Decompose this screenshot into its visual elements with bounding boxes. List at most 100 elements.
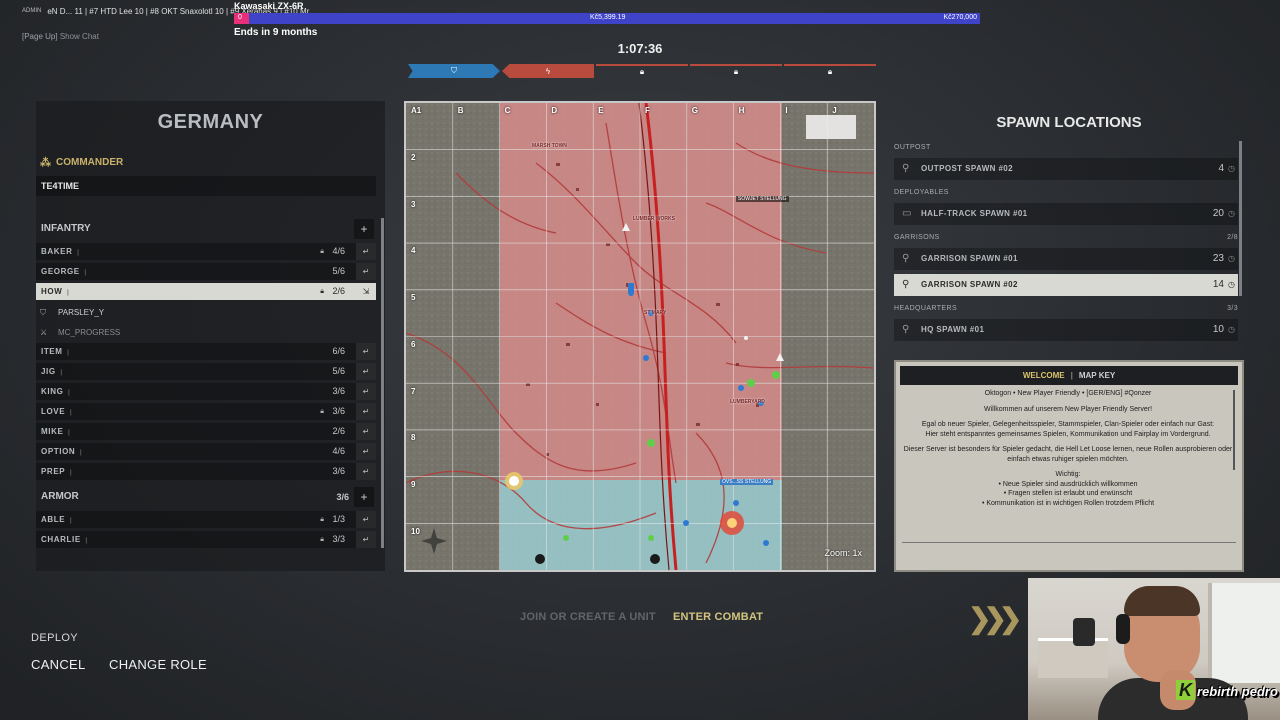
streamer-logo: Krebirth pedro xyxy=(1176,680,1278,700)
squad-label: BAKER ❘ xyxy=(41,243,81,262)
webcam-appliance xyxy=(1073,618,1095,646)
spawn-category-label: OUTPOST xyxy=(894,144,931,151)
squad-type-icon: ❘ xyxy=(58,370,65,376)
lock-icon: 🔒︎ xyxy=(827,67,833,76)
clock-icon: ◷ xyxy=(1228,254,1235,263)
join-squad-button[interactable]: ⇲ xyxy=(356,283,376,300)
logo-text: rebirth pedro xyxy=(1197,684,1278,699)
squad-row[interactable]: JIG ❘ 5/6 ↵ xyxy=(36,363,376,380)
grid-column-label: D xyxy=(551,106,558,115)
strongpoint-allied: ⛉ xyxy=(408,64,500,78)
welcome-divider xyxy=(902,542,1236,543)
squad-row[interactable]: GEORGE ❘ 5/6 ↵ xyxy=(36,263,376,280)
squad-member: ⚔ MC_PROGRESS xyxy=(36,324,376,342)
welcome-line: Hier steht entspanntes gemeinsames Spiel… xyxy=(925,430,1211,438)
lock-icon: 🔒︎ xyxy=(320,536,324,543)
spawn-category-label: HEADQUARTERS xyxy=(894,305,958,312)
squad-label: ABLE ❘ xyxy=(41,511,74,530)
strongpoint-locked-1: 🔒︎ xyxy=(596,64,688,78)
squad-label: HOW ❘ xyxy=(41,283,71,302)
grid-column-label: I xyxy=(785,106,788,115)
armor-squad-row[interactable]: ABLE ❘ 🔒︎ 1/3 ↵ xyxy=(36,511,376,528)
map-label-marsh-town: MARSH TOWN xyxy=(532,143,567,149)
squad-row[interactable]: KING ❘ 3/6 ↵ xyxy=(36,383,376,400)
join-squad-button[interactable]: ↵ xyxy=(356,511,376,528)
admin-tag: ADMIN xyxy=(22,8,42,14)
spawn-point[interactable]: ⚲ OUTPOST SPAWN #02 4 ◷ xyxy=(894,158,1238,180)
spawn-timer: 4 xyxy=(1218,163,1224,174)
create-armor-unit-button[interactable]: + xyxy=(354,487,374,507)
unit-list-scrollbar[interactable] xyxy=(381,218,384,548)
squad-row[interactable]: LOVE ❘ 🔒︎ 3/6 ↵ xyxy=(36,403,376,420)
map-canvas[interactable] xyxy=(406,103,874,570)
garrison-icon: ⚲ xyxy=(902,279,910,290)
spawn-timer: 10 xyxy=(1212,324,1224,335)
squad-count: 3/3 xyxy=(332,534,345,544)
join-squad-button[interactable]: ↵ xyxy=(356,243,376,260)
spawn-point[interactable]: ▭ HALF-TRACK SPAWN #01 20 ◷ xyxy=(894,203,1238,225)
join-squad-button[interactable]: ↵ xyxy=(356,263,376,280)
show-chat-hint[interactable]: [Page Up] Show Chat xyxy=(22,32,99,41)
squad-label: MIKE ❘ xyxy=(41,423,72,442)
welcome-line: Egal ob neuer Spieler, Gelegenheitsspiel… xyxy=(921,421,1215,428)
spawn-category-label: GARRISONS xyxy=(894,234,940,241)
squad-row[interactable]: MIKE ❘ 2/6 ↵ xyxy=(36,423,376,440)
grid-row-label: 2 xyxy=(411,153,416,162)
spawn-category-count: 3/3 xyxy=(1227,305,1238,312)
grid-row-label: 10 xyxy=(411,526,420,536)
spawn-point[interactable]: ⚲ GARRISON SPAWN #01 23 ◷ xyxy=(894,248,1238,270)
deploy-button[interactable]: DEPLOY xyxy=(31,632,78,644)
infantry-header: INFANTRY xyxy=(36,219,353,239)
tab-welcome[interactable]: WELCOME xyxy=(1023,371,1065,380)
hq-icon: ⚲ xyxy=(902,324,910,335)
squad-type-icon: ❘ xyxy=(82,270,89,276)
spawn-category: HEADQUARTERS 3/3 xyxy=(894,305,1238,312)
squad-name: ABLE xyxy=(41,515,66,524)
tab-map-key[interactable]: MAP KEY xyxy=(1079,371,1115,380)
join-squad-button[interactable]: ↵ xyxy=(356,363,376,380)
join-squad-button[interactable]: ↵ xyxy=(356,531,376,548)
join-squad-button[interactable]: ↵ xyxy=(356,443,376,460)
headset-icon xyxy=(1116,614,1130,644)
grid-column-label: H xyxy=(738,106,745,115)
cancel-button[interactable]: CANCEL xyxy=(31,657,86,672)
join-create-unit-button[interactable]: JOIN OR CREATE A UNIT xyxy=(520,611,656,623)
join-squad-button[interactable]: ↵ xyxy=(356,383,376,400)
join-squad-button[interactable]: ↵ xyxy=(356,423,376,440)
strongpoint-locked-3: 🔒︎ xyxy=(784,64,876,78)
join-squad-button[interactable]: ↵ xyxy=(356,343,376,360)
squad-label: PREP ❘ xyxy=(41,463,74,482)
squad-type-icon: ❘ xyxy=(66,390,73,396)
spawn-list-scrollbar[interactable] xyxy=(1239,141,1242,296)
change-role-button[interactable]: CHANGE ROLE xyxy=(109,657,207,672)
squad-row[interactable]: PREP ❘ 3/6 ↵ xyxy=(36,463,376,480)
spawn-name: OUTPOST SPAWN #02 xyxy=(921,164,1014,173)
squad-row[interactable]: OPTION ❘ 4/6 ↵ xyxy=(36,443,376,460)
armor-squad-row[interactable]: CHARLIE ❘ 🔒︎ 3/3 ↵ xyxy=(36,531,376,548)
us-shield-icon: ⛉ xyxy=(451,66,457,75)
squad-row[interactable]: BAKER ❘ 🔒︎ 4/6 ↵ xyxy=(36,243,376,260)
squad-label: OPTION ❘ xyxy=(41,443,84,462)
spawn-point[interactable]: ⚲ GARRISON SPAWN #02 14 ◷ xyxy=(894,274,1238,296)
squad-name: BAKER xyxy=(41,247,73,256)
squad-name: PREP xyxy=(41,467,66,476)
squad-name: JIG xyxy=(41,367,56,376)
tactical-map[interactable]: A1 B C D E F G H I J 2 3 4 5 6 7 8 9 10 MARSH TOWN LUMBER… xyxy=(404,101,876,572)
show-chat-label: Show Chat xyxy=(59,32,99,41)
lock-icon: 🔒︎ xyxy=(733,67,739,76)
squad-type-icon: ❘ xyxy=(68,470,74,476)
welcome-line: • Neue Spieler sind ausdrücklich willkom… xyxy=(998,480,1138,488)
enter-combat-button[interactable]: ENTER COMBAT xyxy=(673,611,763,623)
commander-label: COMMANDER xyxy=(56,157,124,168)
welcome-line: • Kommunikation ist in wichtigen Rollen … xyxy=(981,499,1155,507)
welcome-scrollbar[interactable] xyxy=(1233,390,1235,470)
join-squad-button[interactable]: ↵ xyxy=(356,463,376,480)
squad-count: 6/6 xyxy=(332,346,345,356)
squad-row[interactable]: HOW ❘ 🔒︎ 2/6 ⇲ xyxy=(36,283,376,300)
commander-name[interactable]: TE4TIME xyxy=(36,176,376,196)
spawn-point[interactable]: ⚲ HQ SPAWN #01 10 ◷ xyxy=(894,319,1238,341)
create-infantry-unit-button[interactable]: + xyxy=(354,219,374,239)
squad-row[interactable]: ITEM ❘ 6/6 ↵ xyxy=(36,343,376,360)
join-squad-button[interactable]: ↵ xyxy=(356,403,376,420)
donation-goal-value: Kč270,000 xyxy=(943,14,977,21)
